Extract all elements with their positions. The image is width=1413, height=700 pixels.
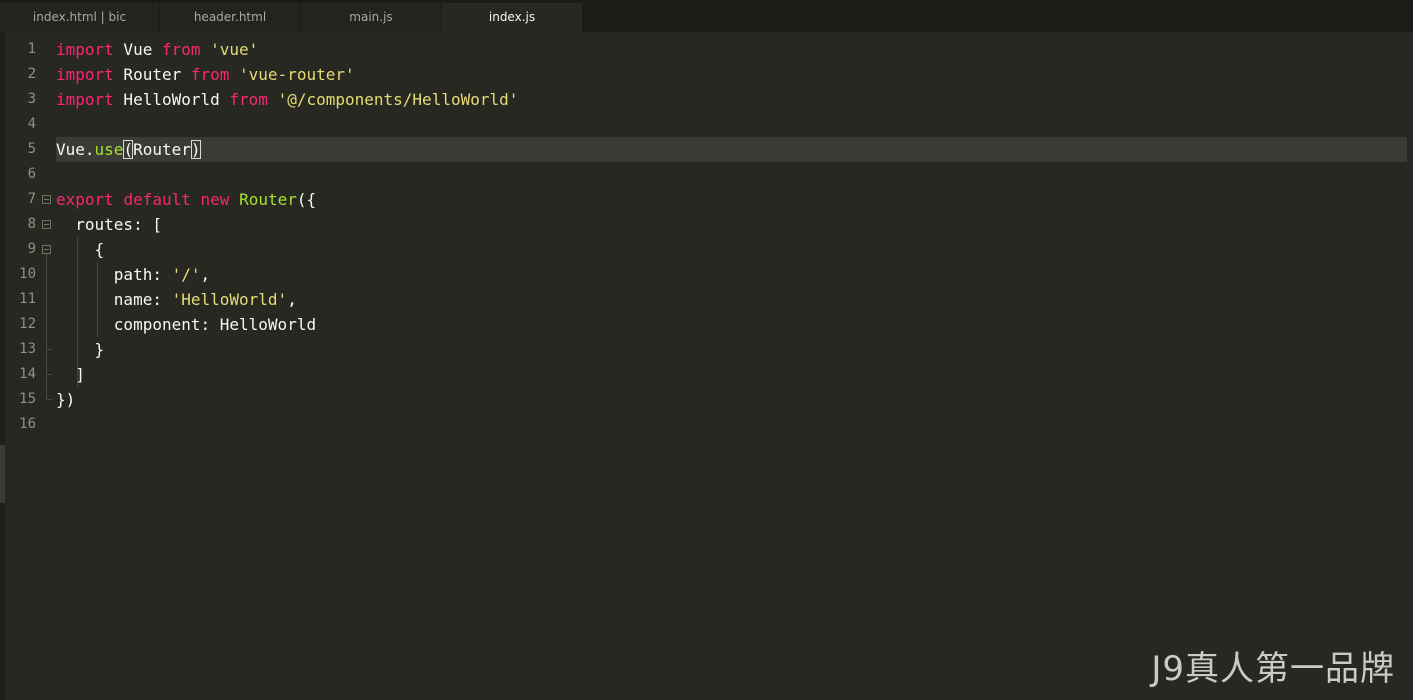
code-text: }) xyxy=(56,390,76,409)
line-number: 12 xyxy=(19,316,36,332)
fold-toggle-icon[interactable] xyxy=(42,245,51,254)
fold-end-mark xyxy=(46,399,52,400)
string-literal: '@/components/HelloWorld' xyxy=(277,90,519,109)
code-text: path: xyxy=(56,265,172,284)
fold-end-mark xyxy=(46,349,52,350)
code-line-12: component: HelloWorld xyxy=(56,312,1413,337)
watermark-text: J9真人第一品牌 xyxy=(1151,649,1395,689)
tab-bar: index.html | bic header.html main.js ind… xyxy=(0,0,1413,32)
tab-index-html[interactable]: index.html | bic xyxy=(0,3,160,32)
fold-toggle-icon[interactable] xyxy=(42,220,51,229)
code-text: name: xyxy=(56,290,172,309)
line-number: 11 xyxy=(19,291,36,307)
string-literal: 'HelloWorld' xyxy=(171,290,288,309)
identifier: HelloWorld xyxy=(113,90,230,109)
identifier: Vue. xyxy=(56,140,95,159)
code-line-13: } xyxy=(56,337,1413,362)
tab-header-html[interactable]: header.html xyxy=(160,3,301,32)
string-literal: 'vue' xyxy=(210,40,259,59)
code-text: routes: [ xyxy=(56,215,162,234)
keyword: new xyxy=(200,190,230,209)
line-number: 7 xyxy=(27,191,36,207)
code-text: } xyxy=(56,340,105,359)
keyword: from xyxy=(190,65,230,84)
code-line-14: ] xyxy=(56,362,1413,387)
code-line-9: { xyxy=(56,237,1413,262)
code-line-10: path: '/', xyxy=(56,262,1413,287)
punctuation: , xyxy=(287,290,297,309)
code-line-8: routes: [ xyxy=(56,212,1413,237)
line-number: 1 xyxy=(27,41,36,57)
tab-index-js[interactable]: index.js xyxy=(442,3,583,32)
code-line-15: }) xyxy=(56,387,1413,412)
line-number: 5 xyxy=(27,141,36,157)
keyword: from xyxy=(229,90,268,109)
function-name: Router xyxy=(239,190,297,209)
vertical-scrollbar[interactable] xyxy=(1407,32,1413,700)
code-text: { xyxy=(56,240,105,259)
code-line-3: import HelloWorld from '@/components/Hel… xyxy=(56,87,1413,112)
left-edge-strip xyxy=(0,32,5,700)
line-number: 6 xyxy=(27,166,36,182)
fold-end-mark xyxy=(46,374,52,375)
keyword: import xyxy=(56,40,114,59)
line-number: 14 xyxy=(19,366,36,382)
line-number: 15 xyxy=(19,391,36,407)
scroll-marker xyxy=(0,445,5,503)
fold-toggle-icon[interactable] xyxy=(42,195,51,204)
open-paren: ( xyxy=(123,140,134,159)
code-line-1: import Vue from 'vue' xyxy=(56,37,1413,62)
line-number: 16 xyxy=(19,416,36,432)
punctuation: ({ xyxy=(296,190,317,209)
keyword: import xyxy=(56,65,114,84)
close-paren: ) xyxy=(190,140,201,159)
keyword: default xyxy=(123,190,191,209)
line-number: 2 xyxy=(27,66,36,82)
code-text: component: HelloWorld xyxy=(56,315,317,334)
tab-main-js[interactable]: main.js xyxy=(301,3,442,32)
keyword: export xyxy=(56,190,114,209)
punctuation: , xyxy=(200,265,211,284)
fold-range-line xyxy=(46,254,47,400)
code-line-5: Vue.use(Router) xyxy=(56,137,1413,162)
keyword: from xyxy=(161,40,201,59)
line-number: 3 xyxy=(27,91,36,107)
code-line-7: export default new Router({ xyxy=(56,187,1413,212)
keyword: import xyxy=(56,90,114,109)
line-number: 10 xyxy=(19,266,36,282)
identifier: Router xyxy=(113,65,191,84)
line-number: 8 xyxy=(27,216,36,232)
code-line-11: name: 'HelloWorld', xyxy=(56,287,1413,312)
function-name: use xyxy=(94,140,124,159)
line-number: 13 xyxy=(19,341,36,357)
code-line-2: import Router from 'vue-router' xyxy=(56,62,1413,87)
line-number: 9 xyxy=(27,241,36,257)
string-literal: 'vue-router' xyxy=(239,65,355,84)
code-text: ] xyxy=(56,365,85,384)
string-literal: '/' xyxy=(171,265,201,284)
line-number: 4 xyxy=(27,116,36,132)
identifier: Router xyxy=(133,140,191,159)
identifier: Vue xyxy=(113,40,162,59)
